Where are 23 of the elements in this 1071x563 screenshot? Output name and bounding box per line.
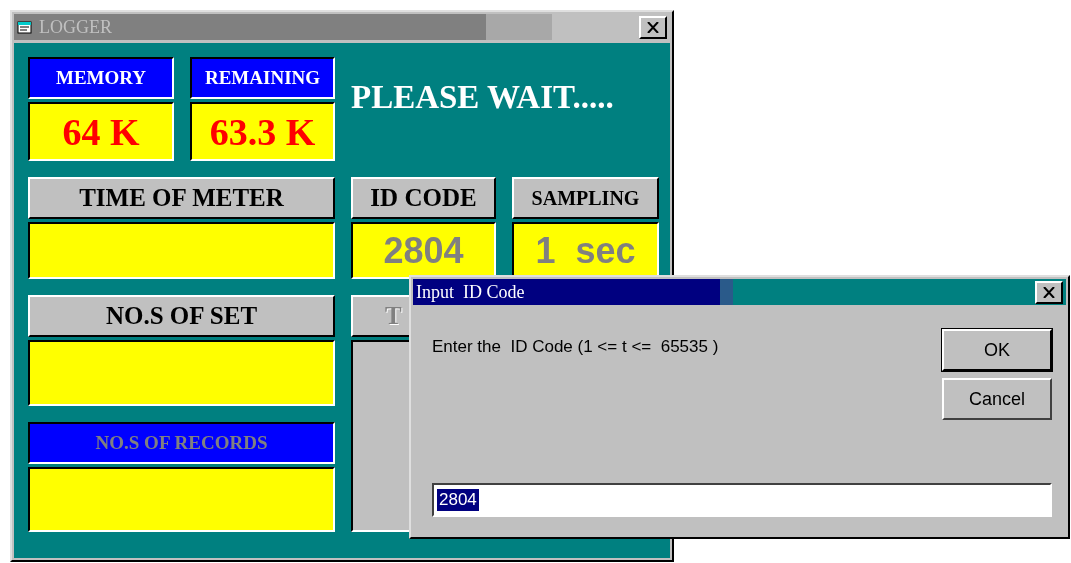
panel-header: NO.S OF RECORDS: [28, 422, 335, 464]
window-icon: [17, 20, 33, 34]
input-field[interactable]: 2804: [432, 483, 1052, 517]
close-icon: [647, 21, 659, 33]
window-title: LOGGER: [39, 16, 112, 38]
value-text: 2804: [383, 229, 464, 272]
value-text: 64 K: [62, 109, 140, 154]
value-text: 63.3 K: [209, 109, 316, 154]
panel-header[interactable]: NO.S OF SET: [28, 295, 335, 337]
panel-header[interactable]: TIME OF METER: [28, 177, 335, 219]
status-message: PLEASE WAIT.....: [351, 78, 615, 116]
panel-header: MEMORY: [28, 57, 174, 99]
close-button[interactable]: [1035, 280, 1063, 304]
close-button[interactable]: [639, 15, 667, 39]
cancel-button[interactable]: Cancel: [942, 378, 1052, 420]
ok-button[interactable]: OK: [942, 329, 1052, 371]
panel-header: REMAINING: [190, 57, 335, 99]
panel-header[interactable]: SAMPLING: [512, 177, 659, 219]
dialog-title: Input ID Code: [416, 281, 525, 303]
prompt-text: Enter the ID Code (1 <= t <= 65535 ): [432, 337, 719, 357]
panel-header[interactable]: ID CODE: [351, 177, 496, 219]
value-text: 1 sec: [535, 229, 636, 272]
close-icon: [1043, 286, 1055, 298]
